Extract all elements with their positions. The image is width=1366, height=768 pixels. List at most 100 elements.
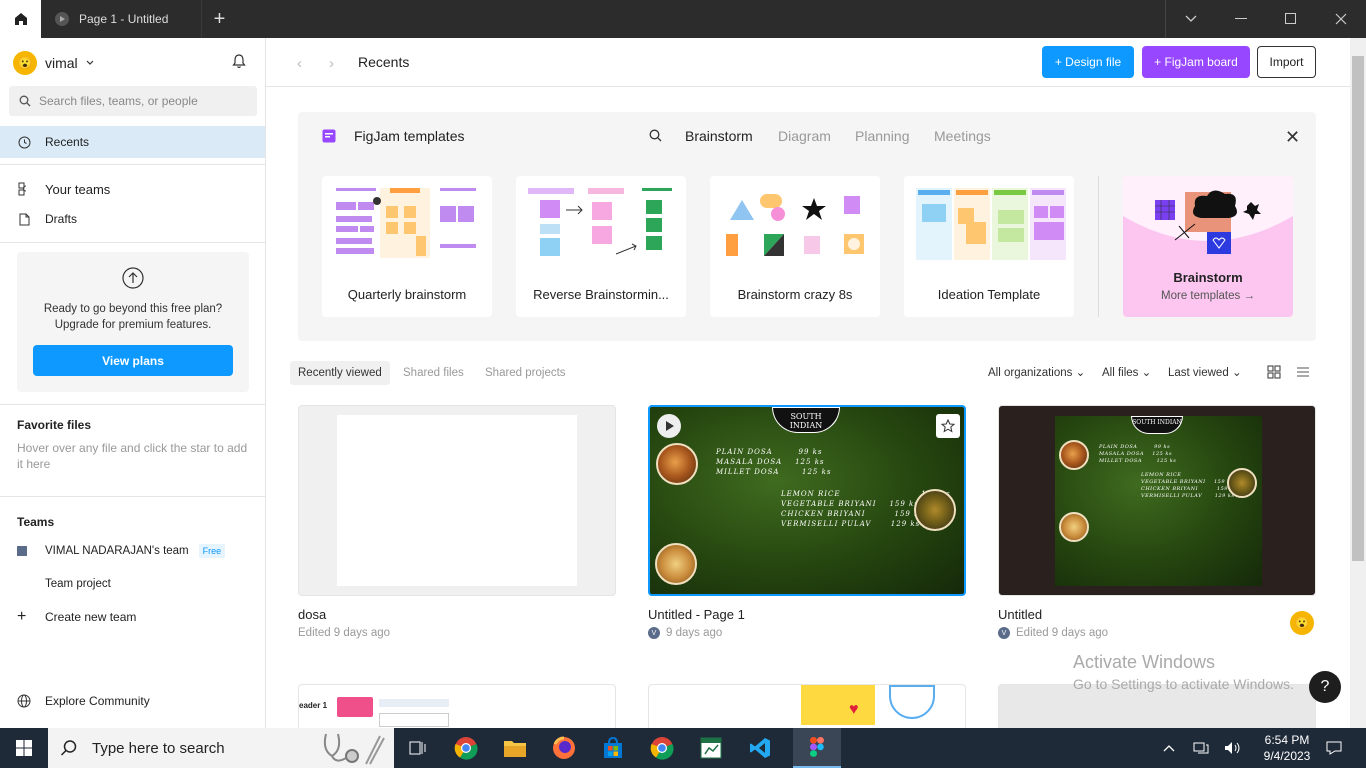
sort-dropdown[interactable]: Last viewed ⌄ [1168,365,1242,379]
chevron-up-icon[interactable] [1157,728,1181,768]
organization-dropdown[interactable]: All organizations ⌄ [988,365,1085,379]
divider [0,404,265,405]
clock-date: 9/4/2023 [1263,749,1311,763]
file-card[interactable]: eader 1 [298,684,616,728]
tab-shared-projects[interactable]: Shared projects [477,361,574,385]
task-view-icon[interactable] [394,728,442,768]
file-card-untitled-page-1[interactable]: SOUTH INDIAN PLAIN DOSA 99 ks MASALA DOS… [648,405,966,639]
tab-page-untitled[interactable]: Page 1 - Untitled [41,0,201,38]
firefox-icon[interactable] [540,728,588,768]
bell-icon[interactable] [232,54,246,69]
file-card[interactable]: ♥ [648,684,966,728]
chrome-icon[interactable] [638,728,686,768]
file-preview-label: eader 1 [299,701,328,710]
user-menu[interactable]: 😮 vimal [13,51,94,75]
view-plans-button[interactable]: View plans [33,345,233,376]
chrome-icon[interactable] [442,728,490,768]
template-filter-planning[interactable]: Planning [855,128,910,144]
clock-icon [17,135,31,149]
import-button[interactable]: Import [1257,46,1316,78]
heart-icon: ♥ [849,701,859,718]
menu-logo: SOUTH INDIAN [1131,416,1183,434]
scrollbar[interactable] [1350,38,1366,728]
figma-icon[interactable] [793,728,841,768]
tab-recently-viewed[interactable]: Recently viewed [290,361,390,385]
home-button[interactable] [0,0,41,38]
forward-arrow-icon[interactable]: › [329,55,334,72]
search-icon[interactable] [649,129,662,142]
volume-icon[interactable] [1221,728,1245,768]
plus-icon: + [17,608,27,625]
sidebar-item-team[interactable]: VIMAL NADARAJAN's team Free [17,544,226,558]
template-thumbnail [726,194,864,256]
file-card-untitled[interactable]: SOUTH INDIAN PLAIN DOSA 99 ks MASALA DOS… [998,405,1316,639]
home-icon [14,13,27,25]
template-card-label: Reverse Brainstormin... [533,287,669,302]
search-box[interactable] [9,86,257,116]
dropdown-label: All files [1102,367,1139,379]
template-filter-diagram[interactable]: Diagram [778,128,831,144]
file-card-dosa[interactable]: dosa Edited 9 days ago [298,405,616,639]
scroll-thumb[interactable] [1352,56,1364,561]
files-dropdown[interactable]: All files ⌄ [1102,365,1151,379]
more-templates-link[interactable]: More templates → [1123,290,1293,302]
taskbar-search[interactable]: Type here to search [48,728,394,768]
teams-title: Teams [17,515,55,529]
new-tab-button[interactable]: + [201,0,237,38]
template-filter-brainstorm[interactable]: Brainstorm [685,128,753,144]
upgrade-text-line2: Upgrade for premium features. [54,319,212,331]
food-image [914,489,956,531]
template-filter-meetings[interactable]: Meetings [934,128,991,144]
template-card-reverse-brainstorming[interactable]: Reverse Brainstormin... [516,176,686,317]
template-thumbnail [336,188,476,258]
grid-view-icon[interactable] [1267,365,1281,379]
help-button[interactable]: ? [1309,671,1341,703]
template-thumbnail [528,188,672,256]
back-arrow-icon[interactable]: ‹ [297,55,302,72]
sidebar-item-drafts[interactable]: Drafts [0,203,265,235]
search-icon [60,740,77,756]
notification-icon[interactable] [1322,728,1346,768]
chevron-down-icon[interactable] [1166,0,1216,38]
template-card-label: Brainstorm crazy 8s [737,287,853,302]
spreadsheet-icon[interactable] [687,728,735,768]
system-clock[interactable]: 6:54 PM 9/4/2023 [1252,732,1322,764]
sidebar-item-team-project[interactable]: Team project [45,578,111,590]
avatar: V [648,627,660,639]
vscode-icon[interactable] [736,728,784,768]
minimize-button[interactable] [1216,0,1266,38]
explore-community-link[interactable]: Explore Community [17,694,150,708]
sidebar-item-your-teams[interactable]: Your teams [0,173,265,205]
create-new-team-button[interactable]: + Create new team [17,608,136,626]
taskbar-search-placeholder: Type here to search [92,739,225,757]
maximize-button[interactable] [1266,0,1316,38]
more-templates-card[interactable]: Brainstorm More templates → [1123,176,1293,317]
file-explorer-icon[interactable] [491,728,539,768]
windows-icon [16,740,32,756]
play-button[interactable] [657,414,681,438]
sidebar-item-recents[interactable]: Recents [0,126,265,158]
microsoft-store-icon[interactable] [589,728,637,768]
new-figjam-board-button[interactable]: + FigJam board [1142,46,1250,78]
upgrade-arrow-icon [122,267,144,289]
top-bar: ‹ › Recents + Design file + FigJam board… [266,38,1350,87]
tab-shared-files[interactable]: Shared files [395,361,472,385]
stethoscope-icon [323,733,385,765]
menu-preview: SOUTH INDIAN PLAIN DOSA 99 ks MASALA DOS… [1055,416,1262,586]
upgrade-card: Ready to go beyond this free plan? Upgra… [17,252,249,392]
new-design-file-button[interactable]: + Design file [1042,46,1134,78]
template-card-brainstorm-crazy-8s[interactable]: Brainstorm crazy 8s [710,176,880,317]
create-team-label: Create new team [45,610,137,624]
template-card-quarterly-brainstorm[interactable]: Quarterly brainstorm [322,176,492,317]
template-card-ideation-template[interactable]: Ideation Template [904,176,1074,317]
explore-label: Explore Community [45,694,150,708]
star-button[interactable] [936,414,960,438]
list-view-icon[interactable] [1296,365,1310,379]
start-button[interactable] [0,728,48,768]
search-input[interactable] [39,94,239,108]
template-card-label: Ideation Template [937,287,1041,302]
close-window-button[interactable] [1316,0,1366,38]
template-thumbnail [1123,176,1293,266]
network-icon[interactable] [1189,728,1213,768]
close-icon[interactable]: ✕ [1285,127,1300,148]
